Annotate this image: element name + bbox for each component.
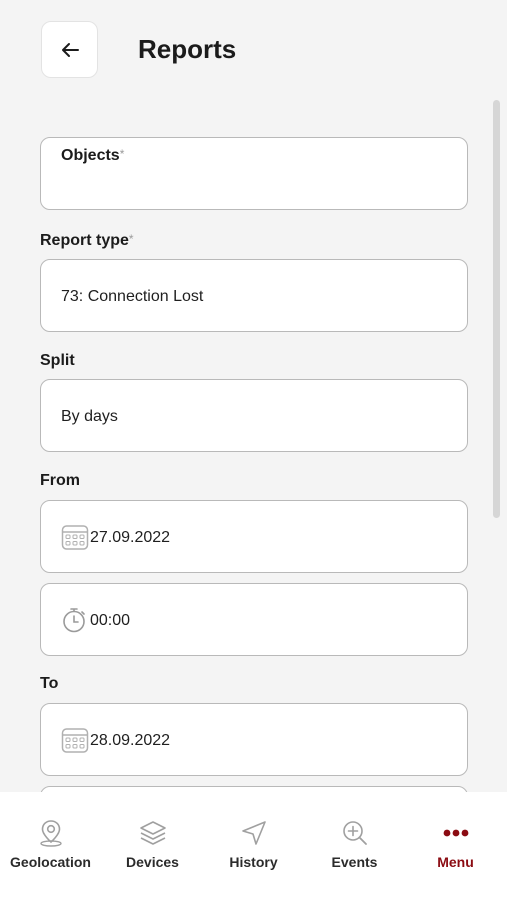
nav-item-events[interactable]: Events [304,792,405,900]
report-type-value: 73: Connection Lost [61,288,204,305]
scrollbar[interactable] [493,100,500,518]
layers-icon [140,821,166,845]
from-time-value: 00:00 [90,612,131,629]
calendar-icon [61,525,89,550]
from-date-field[interactable]: 27.09.2022 [40,500,468,573]
required-mark: * [128,232,134,246]
nav-label: Events [331,854,378,870]
objects-field[interactable]: Objects* [40,137,468,210]
page-title: Reports [138,34,237,64]
header: Reports [0,0,507,100]
zoom-in-icon [343,821,367,845]
nav-item-geolocation[interactable]: Geolocation [0,792,101,900]
from-date-value: 27.09.2022 [90,529,171,546]
to-label: To [40,675,59,692]
navigation-arrow-icon [242,821,266,845]
split-label: Split [40,352,75,369]
from-label: From [40,472,80,489]
nav-item-devices[interactable]: Devices [102,792,203,900]
from-time-field[interactable]: 00:00 [40,583,468,656]
required-mark: * [119,147,125,161]
split-value: By days [61,408,118,425]
calendar-icon [61,728,89,753]
nav-label: Devices [126,854,179,870]
report-type-label: Report type* [40,232,134,249]
to-date-field[interactable]: 28.09.2022 [40,703,468,776]
geolocation-pin-icon [40,820,62,847]
report-type-select[interactable]: 73: Connection Lost [40,259,468,332]
objects-label: Objects* [61,147,125,164]
nav-item-history[interactable]: History [203,792,304,900]
to-date-value: 28.09.2022 [90,732,171,749]
report-form: Reports Objects* Report type* 73: Connec… [0,0,507,792]
nav-label: Menu [437,854,474,870]
nav-item-menu[interactable]: Menu [405,792,506,900]
back-button[interactable] [41,21,98,78]
nav-label: Geolocation [10,854,91,870]
more-dots-icon [443,829,469,837]
stopwatch-icon [63,608,85,633]
arrow-left-icon [61,42,79,57]
nav-label: History [229,854,278,870]
split-select[interactable]: By days [40,379,468,452]
bottom-navigation: Geolocation Devices History Events Menu [0,792,507,900]
